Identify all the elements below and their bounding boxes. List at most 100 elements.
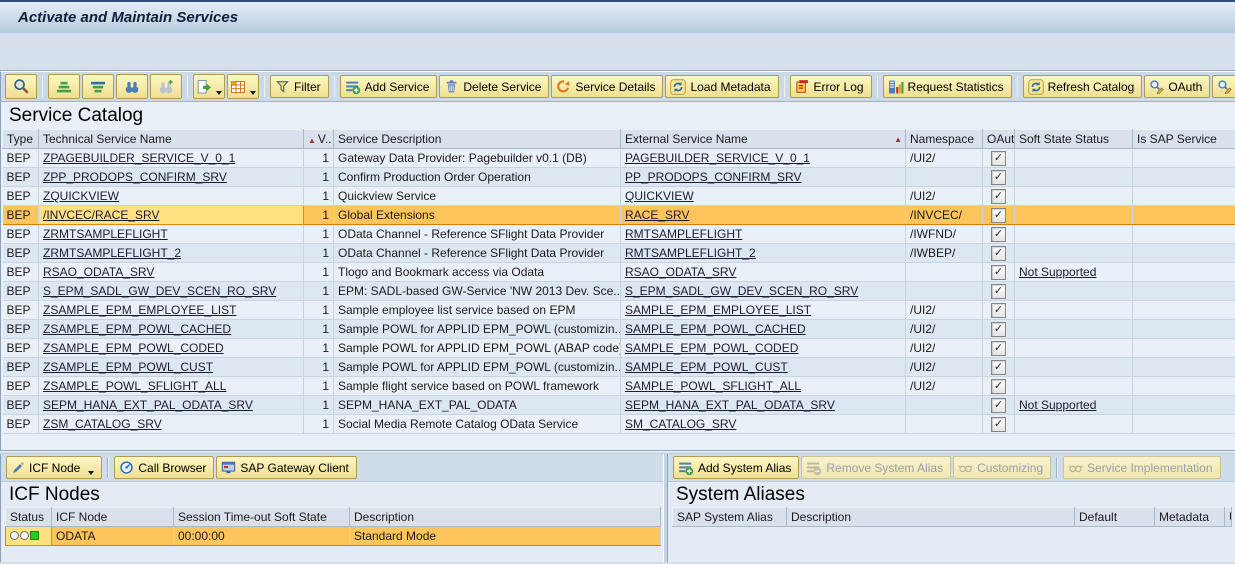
oauth-checkbox[interactable]: ✓ (991, 265, 1006, 280)
filter-button[interactable]: Filter (270, 75, 329, 98)
oauth-checkbox[interactable]: ✓ (991, 284, 1006, 299)
icf-node-menu-caret[interactable] (88, 471, 94, 475)
refresh-catalog-button[interactable]: Refresh Catalog (1023, 75, 1143, 98)
column-header-service-description[interactable]: Service Description (334, 130, 621, 149)
oauth-checkbox[interactable]: ✓ (991, 208, 1006, 223)
service-row[interactable]: BEPS_EPM_SADL_GW_DEV_SCEN_RO_SRV1EPM: SA… (3, 282, 1235, 301)
external-name-link[interactable]: RMTSAMPLEFLIGHT_2 (625, 246, 756, 260)
soft-state-button[interactable]: Soft State (1212, 75, 1235, 98)
service-row[interactable]: BEPZSAMPLE_EPM_POWL_CUST1Sample POWL for… (3, 358, 1235, 377)
external-name-link[interactable]: SAMPLE_EPM_EMPLOYEE_LIST (625, 303, 811, 317)
technical-name-link[interactable]: ZSAMPLE_EPM_POWL_CODED (43, 341, 224, 355)
external-name-link[interactable]: PP_PRODOPS_CONFIRM_SRV (625, 170, 802, 184)
external-name-link[interactable]: SEPM_HANA_EXT_PAL_ODATA_SRV (625, 398, 835, 412)
soft-state-status-link[interactable]: Not Supported (1019, 398, 1096, 412)
request-statistics-button[interactable]: Request Statistics (883, 75, 1012, 98)
technical-name-link[interactable]: ZSAMPLE_EPM_EMPLOYEE_LIST (43, 303, 236, 317)
display-details-button[interactable] (5, 74, 37, 99)
oauth-checkbox[interactable]: ✓ (991, 379, 1006, 394)
add-service-button[interactable]: Add Service (340, 75, 438, 98)
column-header-description[interactable]: Description (350, 508, 661, 527)
external-name-link[interactable]: QUICKVIEW (625, 189, 694, 203)
column-header-metadata[interactable]: Metadata (1155, 508, 1225, 527)
service-row[interactable]: BEPSEPM_HANA_EXT_PAL_ODATA_SRV1SEPM_HANA… (3, 396, 1235, 415)
technical-name-link[interactable]: ZQUICKVIEW (43, 189, 119, 203)
column-header-type[interactable]: Type (3, 130, 39, 149)
oauth-checkbox[interactable]: ✓ (991, 360, 1006, 375)
external-name-link[interactable]: SAMPLE_EPM_POWL_CACHED (625, 322, 806, 336)
oauth-button[interactable]: OAuth (1144, 75, 1210, 98)
icf-node-button[interactable]: ICF Node (6, 456, 102, 479)
export-button[interactable] (193, 74, 225, 99)
oauth-checkbox[interactable]: ✓ (991, 341, 1006, 356)
external-name-link[interactable]: SAMPLE_EPM_POWL_CUST (625, 360, 788, 374)
technical-name-link[interactable]: ZSAMPLE_EPM_POWL_CUST (43, 360, 213, 374)
oauth-checkbox[interactable]: ✓ (991, 246, 1006, 261)
add-system-alias-button[interactable]: Add System Alias (673, 456, 799, 479)
technical-name-link[interactable]: /INVCEC/RACE_SRV (43, 208, 159, 222)
column-header-external-service-name[interactable]: External Service Name▲ (621, 130, 906, 149)
oauth-checkbox[interactable]: ✓ (991, 398, 1006, 413)
external-name-link[interactable]: SAMPLE_EPM_POWL_CODED (625, 341, 798, 355)
choose-layout-button[interactable] (227, 74, 259, 99)
external-name-link[interactable]: RACE_SRV (625, 208, 689, 222)
layout-menu-caret[interactable] (250, 91, 256, 95)
service-row[interactable]: BEPZSAMPLE_EPM_POWL_CACHED1Sample POWL f… (3, 320, 1235, 339)
service-row[interactable]: BEPRSAO_ODATA_SRV1Tlogo and Bookmark acc… (3, 263, 1235, 282)
oauth-checkbox[interactable]: ✓ (991, 227, 1006, 242)
service-row[interactable]: BEPZSAMPLE_POWL_SFLIGHT_ALL1Sample fligh… (3, 377, 1235, 396)
oauth-checkbox[interactable]: ✓ (991, 417, 1006, 432)
column-header-technical-service-name[interactable]: Technical Service Name (39, 130, 304, 149)
column-header-oaut[interactable]: OAut.. (983, 130, 1015, 149)
oauth-checkbox[interactable]: ✓ (991, 189, 1006, 204)
external-name-link[interactable]: RMTSAMPLEFLIGHT (625, 227, 742, 241)
service-row[interactable]: BEPZSM_CATALOG_SRV1Social Media Remote C… (3, 415, 1235, 434)
column-header-status[interactable]: Status (6, 508, 52, 527)
load-metadata-button[interactable]: Load Metadata (665, 75, 778, 98)
oauth-checkbox[interactable]: ✓ (991, 322, 1006, 337)
delete-service-button[interactable]: Delete Service (439, 75, 549, 98)
service-row[interactable]: BEPZPAGEBUILDER_SERVICE_V_0_11Gateway Da… (3, 149, 1235, 168)
sort-descending-button[interactable] (82, 74, 114, 99)
oauth-checkbox[interactable]: ✓ (991, 303, 1006, 318)
remove-system-alias-button[interactable]: Remove System Alias (801, 456, 951, 479)
technical-name-link[interactable]: ZSM_CATALOG_SRV (43, 417, 162, 431)
sort-ascending-button[interactable] (48, 74, 80, 99)
find-next-button[interactable] (150, 74, 182, 99)
oauth-checkbox[interactable]: ✓ (991, 170, 1006, 185)
technical-name-link[interactable]: RSAO_ODATA_SRV (43, 265, 154, 279)
column-header-session-time-out-soft-state[interactable]: Session Time-out Soft State (174, 508, 350, 527)
service-row[interactable]: BEPZPP_PRODOPS_CONFIRM_SRV1Confirm Produ… (3, 168, 1235, 187)
technical-name-link[interactable]: ZSAMPLE_EPM_POWL_CACHED (43, 322, 231, 336)
external-name-link[interactable]: SM_CATALOG_SRV (625, 417, 736, 431)
find-button[interactable] (116, 74, 148, 99)
export-menu-caret[interactable] (216, 91, 222, 95)
column-header-namespace[interactable]: Namespace (906, 130, 983, 149)
customizing-button[interactable]: Customizing (953, 456, 1051, 479)
technical-name-link[interactable]: ZPP_PRODOPS_CONFIRM_SRV (43, 170, 227, 184)
column-header-v[interactable]: ▲V.. (304, 130, 334, 149)
column-header-icf-node[interactable]: ICF Node (52, 508, 174, 527)
external-name-link[interactable]: S_EPM_SADL_GW_DEV_SCEN_RO_SRV (625, 284, 858, 298)
external-name-link[interactable]: RSAO_ODATA_SRV (625, 265, 736, 279)
icf-node-row[interactable]: ODATA00:00:00Standard Mode (6, 527, 661, 546)
external-name-link[interactable]: SAMPLE_POWL_SFLIGHT_ALL (625, 379, 801, 393)
service-details-button[interactable]: Service Details (551, 75, 663, 98)
service-row[interactable]: BEPZSAMPLE_EPM_EMPLOYEE_LIST1Sample empl… (3, 301, 1235, 320)
service-row[interactable]: BEPZSAMPLE_EPM_POWL_CODED1Sample POWL fo… (3, 339, 1235, 358)
technical-name-link[interactable]: ZPAGEBUILDER_SERVICE_V_0_1 (43, 151, 235, 165)
column-header-description[interactable]: Description (787, 508, 1075, 527)
soft-state-status-link[interactable]: Not Supported (1019, 265, 1096, 279)
column-header-is-sap-service[interactable]: Is SAP Service (1133, 130, 1235, 149)
technical-name-link[interactable]: SEPM_HANA_EXT_PAL_ODATA_SRV (43, 398, 253, 412)
sap-gateway-client-button[interactable]: SAP Gateway Client (216, 456, 357, 479)
error-log-button[interactable]: Error Log (790, 75, 872, 98)
technical-name-link[interactable]: ZRMTSAMPLEFLIGHT (43, 227, 168, 241)
technical-name-link[interactable]: ZSAMPLE_POWL_SFLIGHT_ALL (43, 379, 226, 393)
call-browser-button[interactable]: Call Browser (114, 456, 214, 479)
column-header-sap-system-alias[interactable]: SAP System Alias (673, 508, 787, 527)
column-header-soft-state-status[interactable]: Soft State Status (1015, 130, 1133, 149)
service-row[interactable]: BEPZRMTSAMPLEFLIGHT1OData Channel - Refe… (3, 225, 1235, 244)
external-name-link[interactable]: PAGEBUILDER_SERVICE_V_0_1 (625, 151, 810, 165)
oauth-checkbox[interactable]: ✓ (991, 151, 1006, 166)
